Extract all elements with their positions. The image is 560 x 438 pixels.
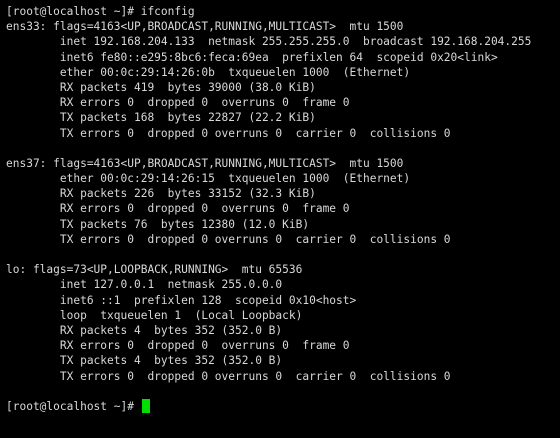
- output-line: TX packets 168 bytes 22827 (22.2 KiB): [6, 111, 316, 125]
- output-line: ens37: flags=4163<UP,BROADCAST,RUNNING,M…: [6, 156, 404, 170]
- output-line: TX errors 0 dropped 0 overruns 0 carrier…: [6, 232, 451, 246]
- output-line: TX packets 4 bytes 352 (352.0 B): [6, 354, 283, 368]
- terminal-output: [root@localhost ~]# ifconfig ens33: flags…: [6, 4, 560, 399]
- output-line: TX errors 0 dropped 0 overruns 0 carrier…: [6, 126, 451, 140]
- output-line: inet6 fe80::e295:8bc6:feca:69ea prefixle…: [6, 50, 498, 64]
- output-line: RX packets 4 bytes 352 (352.0 B): [6, 323, 283, 337]
- output-line: TX errors 0 dropped 0 overruns 0 carrier…: [6, 369, 451, 383]
- command-prompt: [root@localhost ~]#: [6, 399, 141, 413]
- text-cursor: [141, 399, 150, 414]
- terminal-window[interactable]: [root@localhost ~]# ifconfig ens33: flags…: [0, 0, 560, 438]
- output-line: inet 192.168.204.133 netmask 255.255.255…: [6, 35, 532, 49]
- command-prompt-line[interactable]: [root@localhost ~]#: [6, 399, 560, 414]
- output-line: RX packets 226 bytes 33152 (32.3 KiB): [6, 187, 316, 201]
- output-line: loop txqueuelen 1 (Local Loopback): [6, 308, 303, 322]
- output-line: lo: flags=73<UP,LOOPBACK,RUNNING> mtu 65…: [6, 263, 303, 277]
- output-line: RX errors 0 dropped 0 overruns 0 frame 0: [6, 339, 350, 353]
- output-line: RX errors 0 dropped 0 overruns 0 frame 0: [6, 202, 350, 216]
- output-line: inet 127.0.0.1 netmask 255.0.0.0: [6, 278, 283, 292]
- output-line: inet6 ::1 prefixlen 128 scopeid 0x10<hos…: [6, 293, 357, 307]
- output-line: ether 00:0c:29:14:26:0b txqueuelen 1000 …: [6, 65, 411, 79]
- output-line: RX errors 0 dropped 0 overruns 0 frame 0: [6, 96, 350, 110]
- output-line: TX packets 76 bytes 12380 (12.0 KiB): [6, 217, 310, 231]
- command-line: [root@localhost ~]# ifconfig: [6, 5, 195, 18]
- output-line: ether 00:0c:29:14:26:15 txqueuelen 1000 …: [6, 172, 411, 186]
- output-line: ens33: flags=4163<UP,BROADCAST,RUNNING,M…: [6, 20, 404, 34]
- output-line: RX packets 419 bytes 39000 (38.0 KiB): [6, 80, 316, 94]
